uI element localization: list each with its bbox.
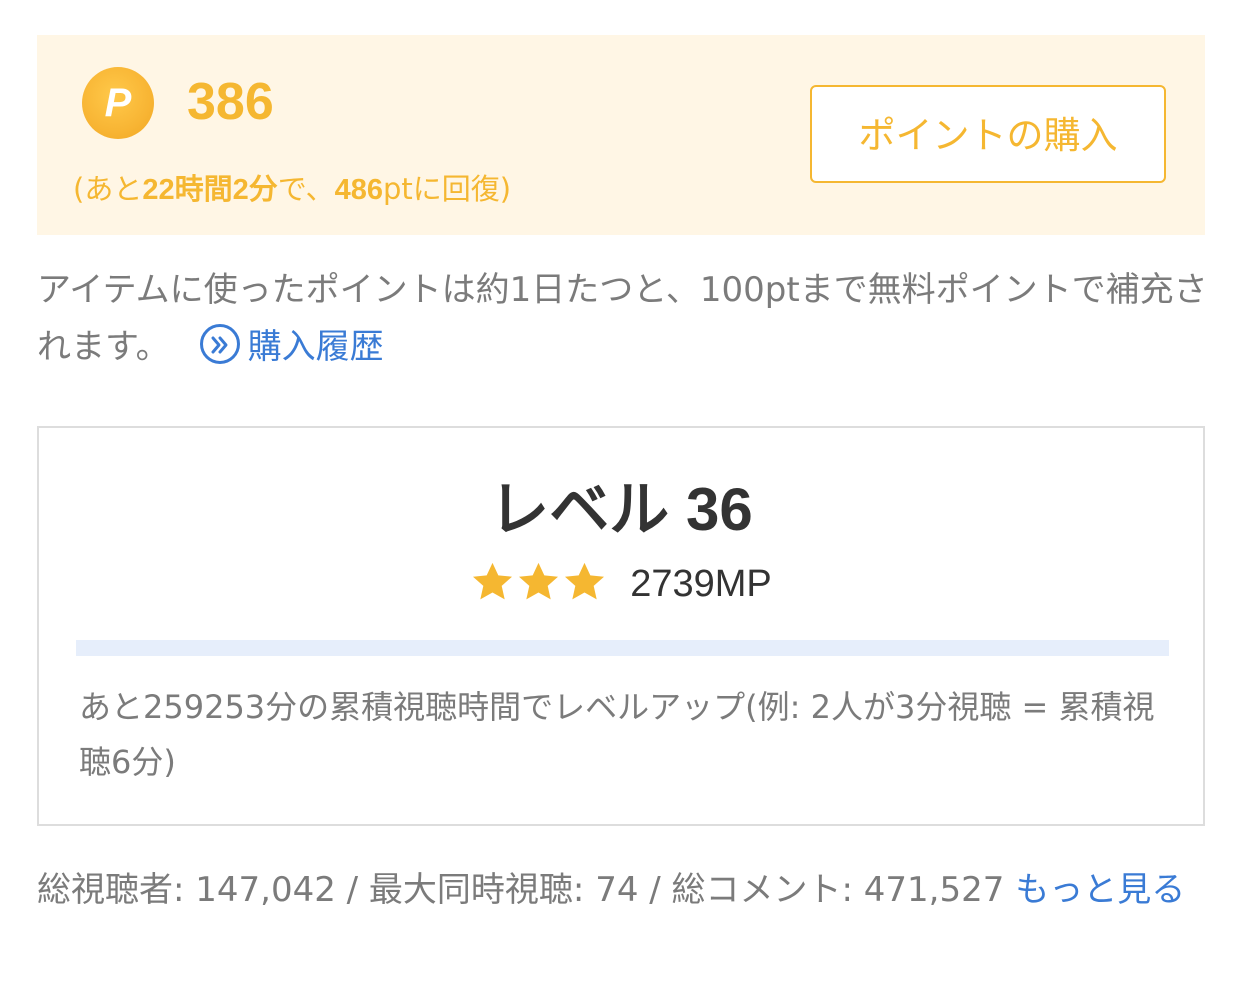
point-coin-icon: P [82, 67, 154, 139]
star-rating [470, 560, 608, 609]
levelup-text: あと259253分の累積視聴時間でレベルアップ(例: 2人が3分視聴 = 累積視… [79, 688, 1155, 781]
level-title: レベル 36 [489, 476, 753, 543]
stats-text: 総視聴者: 147,042 / 最大同時視聴: 74 / 総コメント: 471,… [37, 870, 1016, 910]
see-more-link[interactable]: もっと見る [1015, 870, 1185, 910]
level-progress-bar [76, 640, 1169, 656]
recovery-text: (あと22時間2分で、486ptに回復) [73, 172, 512, 206]
star-icon [565, 562, 605, 600]
star-icon [473, 562, 513, 600]
level-card: レベル 36 2739MP あと259253分の累積視聴時間でレベルアップ(例:… [37, 426, 1205, 826]
level-progress-fill [76, 640, 1169, 656]
mp-row: 2739MP [39, 560, 1203, 616]
star-icon [519, 562, 559, 600]
mp-value: 2739MP [630, 563, 772, 605]
purchase-history-link[interactable]: 購入履歴 [199, 319, 384, 376]
purchase-history-label: 購入履歴 [247, 327, 384, 367]
buy-points-button[interactable]: ポイントの購入 [810, 85, 1166, 183]
points-info: アイテムに使ったポイントは約1日たつと、100ptまで無料ポイントで補充されます… [37, 262, 1212, 376]
points-panel: P 386 (あと22時間2分で、486ptに回復) ポイントの購入 [37, 35, 1205, 235]
double-chevron-right-icon [199, 324, 240, 364]
point-balance: 386 [187, 73, 274, 131]
broadcast-stats: 総視聴者: 147,042 / 最大同時視聴: 74 / 総コメント: 471,… [37, 862, 1212, 918]
